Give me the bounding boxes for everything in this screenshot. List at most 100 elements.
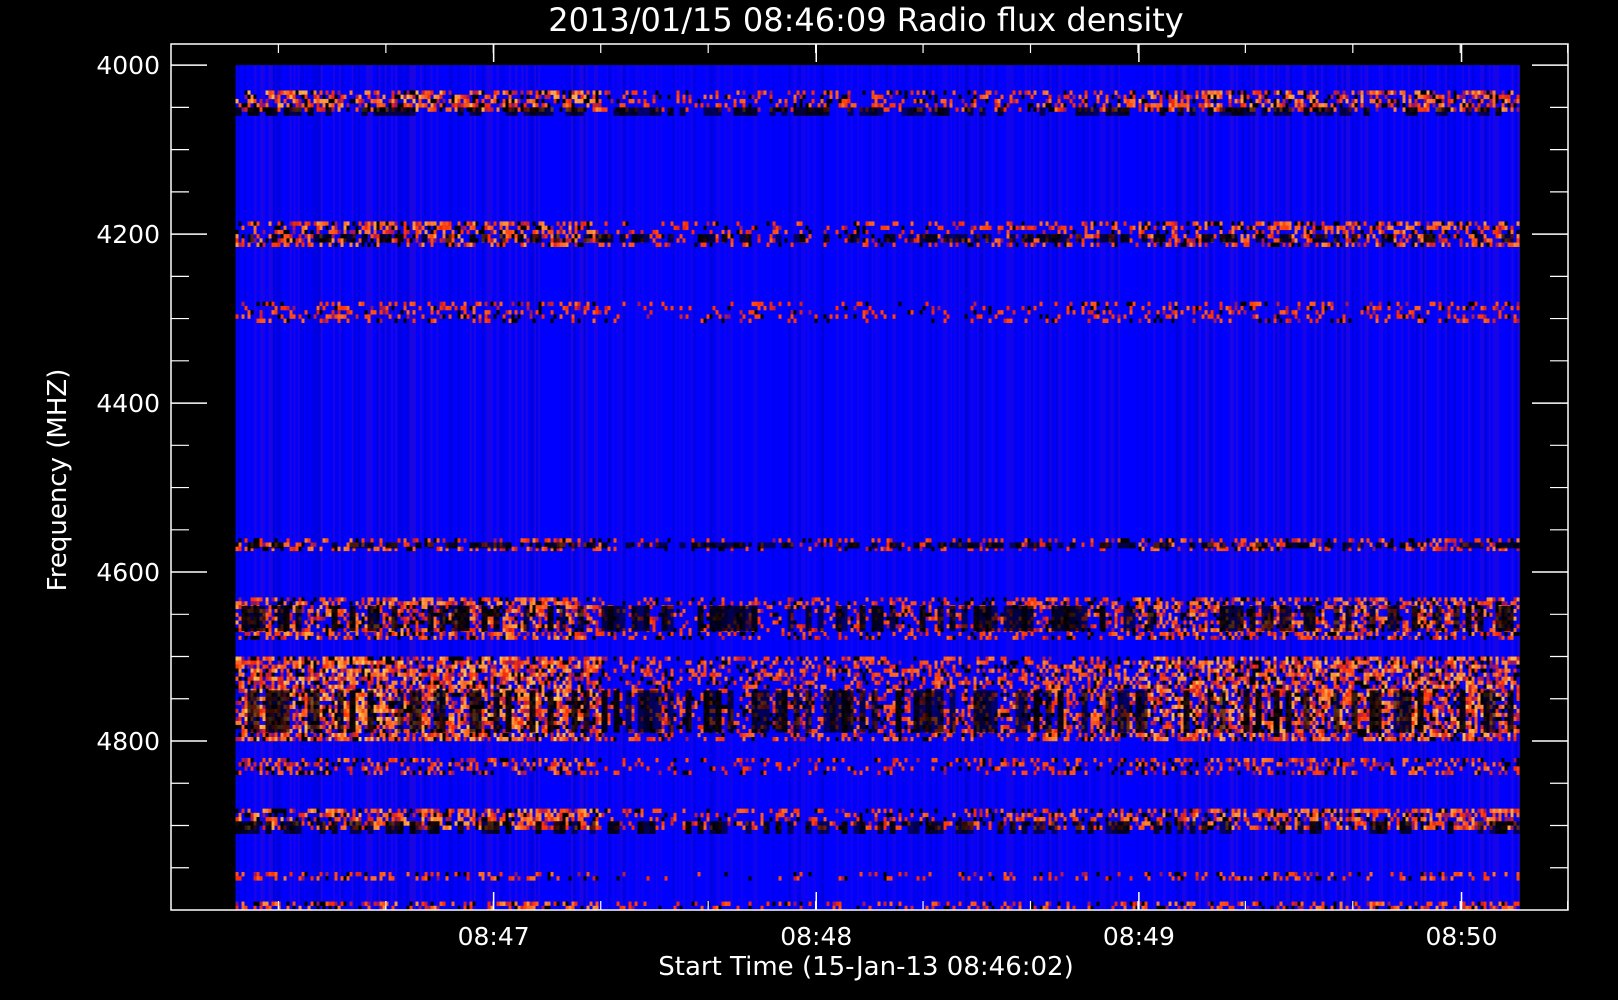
emission-cell (463, 94, 467, 100)
emission-cell (1243, 94, 1247, 100)
emission-cell (1129, 90, 1133, 95)
emission-cell (703, 94, 707, 100)
emission-cell (364, 221, 368, 226)
emission-cell (1129, 98, 1133, 104)
emission-cell (538, 605, 542, 610)
emission-cell (1201, 612, 1205, 617)
emission-cell (1138, 616, 1142, 621)
emission-cell (1366, 90, 1370, 95)
emission-cell (388, 229, 392, 235)
emission-cell (769, 605, 773, 610)
emission-cell (1096, 612, 1100, 617)
emission-cell (268, 318, 272, 324)
emission-cell (655, 538, 659, 543)
emission-cell (814, 597, 818, 602)
emission-cell (1348, 597, 1352, 602)
emission-cell (520, 538, 524, 543)
emission-cell (721, 601, 725, 606)
time-streak (353, 65, 356, 910)
emission-cell (1141, 597, 1145, 602)
emission-cell (493, 538, 497, 543)
emission-cell (1276, 103, 1280, 108)
emission-cell (478, 301, 482, 307)
emission-cell (1066, 242, 1070, 247)
emission-cell (1201, 94, 1205, 100)
emission-cell (286, 542, 290, 547)
emission-cell (1312, 229, 1316, 235)
emission-cell (1102, 318, 1106, 324)
emission-cell (1420, 318, 1424, 324)
emission-cell (502, 229, 506, 235)
emission-cell (913, 98, 917, 104)
emission-cell (472, 103, 476, 108)
emission-cell (1345, 229, 1349, 235)
emission-cell (1333, 597, 1337, 602)
emission-cell (1327, 538, 1331, 543)
emission-cell (1165, 601, 1169, 606)
emission-cell (1300, 612, 1304, 617)
time-streak (384, 65, 388, 910)
emission-cell (598, 310, 602, 315)
emission-cell (1177, 608, 1181, 613)
emission-cell (1429, 597, 1433, 602)
emission-cell (871, 238, 875, 243)
time-streak (649, 65, 653, 910)
emission-cell (1279, 103, 1283, 108)
emission-cell (448, 221, 452, 226)
emission-cell (1366, 612, 1370, 617)
emission-cell (901, 542, 905, 547)
emission-cell (1021, 221, 1025, 226)
emission-cell (409, 601, 413, 606)
emission-cell (841, 301, 845, 307)
emission-cell (1351, 605, 1355, 610)
emission-cell (787, 301, 791, 307)
emission-cell (1153, 225, 1157, 231)
emission-cell (1444, 225, 1448, 231)
time-streak (486, 65, 489, 910)
emission-cell (322, 538, 326, 543)
time-streak (641, 65, 644, 910)
emission-cell (1144, 107, 1148, 112)
emission-cell (772, 238, 776, 243)
emission-cell (514, 612, 518, 617)
emission-cell (1516, 605, 1520, 610)
emission-cell (574, 601, 578, 606)
emission-cell (1063, 103, 1067, 108)
emission-cell (472, 616, 476, 621)
emission-cell (322, 616, 326, 621)
emission-cell (355, 616, 359, 621)
time-streak (1167, 65, 1170, 910)
emission-cell (1474, 221, 1478, 226)
emission-cell (1429, 301, 1433, 307)
emission-cell (994, 538, 998, 543)
emission-cell (1276, 314, 1280, 319)
emission-cell (322, 94, 326, 100)
emission-cell (295, 98, 299, 104)
emission-cell (904, 94, 908, 100)
emission-cell (1357, 601, 1361, 606)
emission-cell (592, 597, 596, 602)
emission-cell (1189, 94, 1193, 100)
emission-cell (268, 608, 272, 613)
emission-cell (1354, 608, 1358, 613)
emission-cell (1444, 538, 1448, 543)
time-streak (270, 65, 274, 910)
emission-cell (1165, 605, 1169, 610)
emission-cell (895, 90, 899, 95)
emission-cell (1276, 301, 1280, 307)
emission-cell (592, 608, 596, 613)
emission-cell (400, 605, 404, 610)
emission-cell (1489, 612, 1493, 617)
emission-cell (1405, 221, 1409, 226)
emission-cell (346, 103, 350, 108)
emission-cell (718, 314, 722, 319)
emission-cell (1426, 94, 1430, 100)
emission-cell (358, 301, 362, 307)
emission-cell (1384, 601, 1388, 606)
emission-cell (1243, 103, 1247, 108)
emission-cell (1030, 242, 1034, 247)
emission-cell (1429, 229, 1433, 235)
emission-cell (343, 94, 347, 100)
emission-cell (1462, 601, 1466, 606)
emission-cell (751, 301, 755, 307)
